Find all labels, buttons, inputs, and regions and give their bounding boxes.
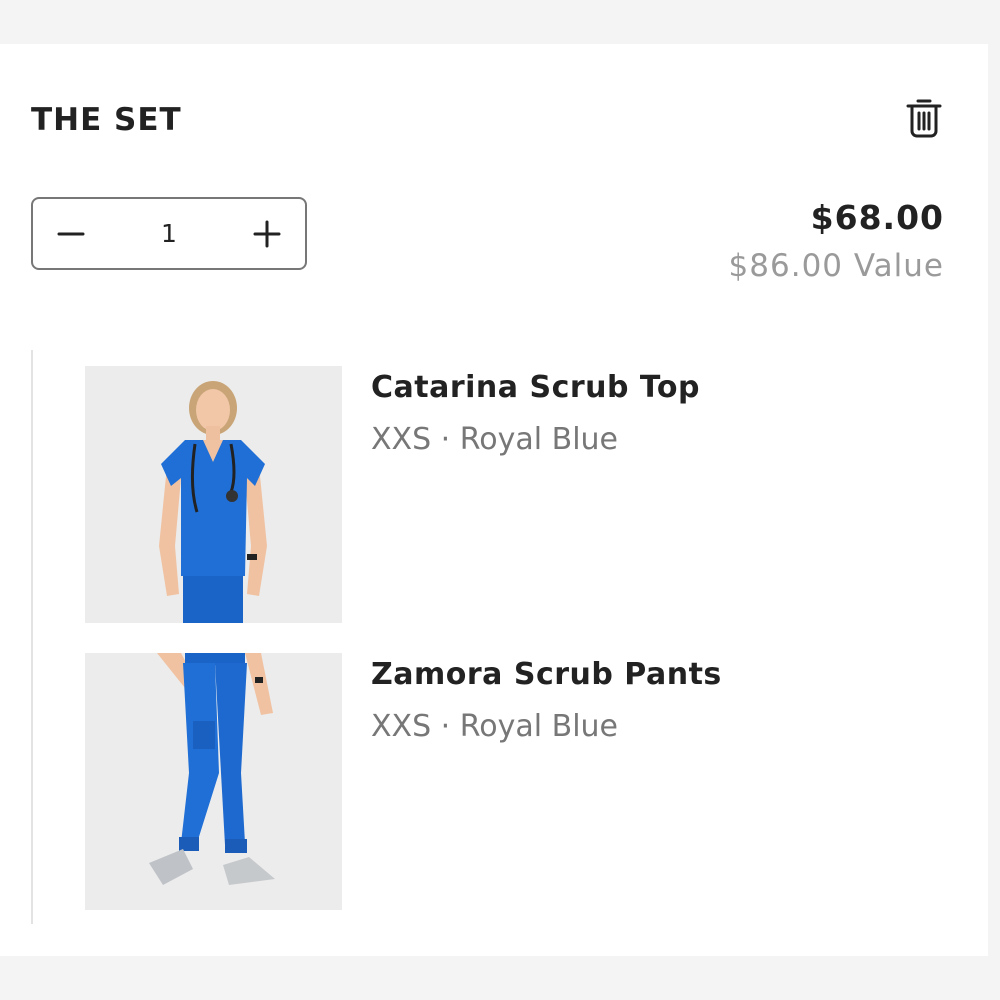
cart-set-card: THE SET 1 $68.00 $86.00 Value Catarina S… [0, 44, 988, 956]
item-variant: XXS · Royal Blue [371, 709, 619, 744]
minus-icon [57, 232, 85, 235]
product-image-scrub-pants[interactable] [85, 653, 342, 910]
set-price: $68.00 [810, 198, 944, 237]
trash-icon [906, 99, 942, 138]
product-image-scrub-top[interactable] [85, 366, 342, 623]
item-name[interactable]: Catarina Scrub Top [371, 370, 700, 405]
quantity-value[interactable]: 1 [161, 219, 177, 248]
item-variant: XXS · Royal Blue [371, 422, 619, 457]
scrub-pants-illustration [85, 653, 342, 910]
set-item: Zamora Scrub Pants XXS · Royal Blue [85, 653, 935, 910]
decrease-quantity-button[interactable] [33, 199, 109, 268]
increase-quantity-button[interactable] [229, 199, 305, 268]
set-value: $86.00 Value [728, 248, 944, 284]
quantity-stepper: 1 [31, 197, 307, 270]
item-name[interactable]: Zamora Scrub Pants [371, 657, 722, 692]
delete-set-button[interactable] [900, 94, 948, 142]
set-divider [31, 350, 33, 924]
set-item: Catarina Scrub Top XXS · Royal Blue [85, 366, 935, 623]
plus-icon [253, 220, 281, 247]
set-title: THE SET [31, 102, 182, 138]
scrub-top-illustration [85, 366, 342, 623]
